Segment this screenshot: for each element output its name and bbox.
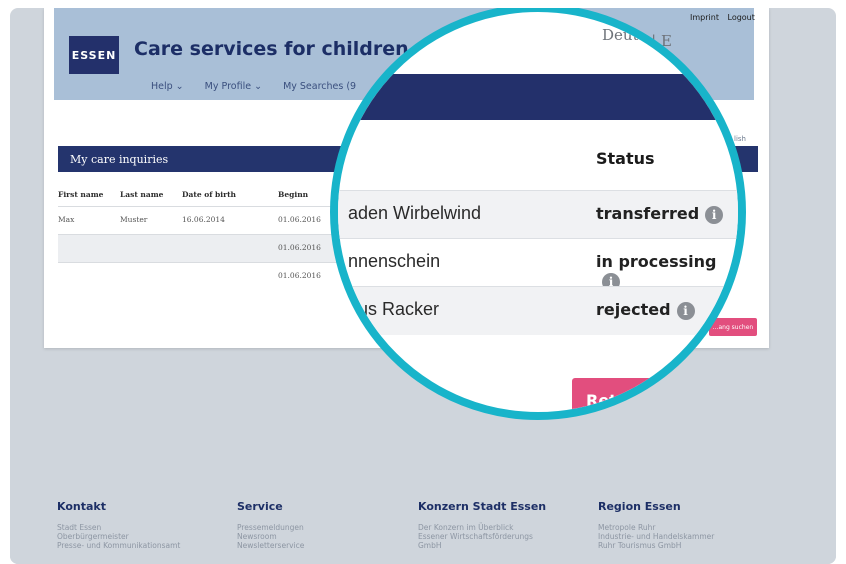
col-beginn: Beginn [278,190,309,199]
screenshot-stage: ESSEN Care services for children Help ⌄ … [0,0,846,564]
footer-link[interactable]: GmbH [418,541,546,550]
table-row[interactable]: Max Muster 16.06.2014 01.06.2016 [58,206,358,235]
facility-name: nnenschein [348,251,441,271]
site-footer: Kontakt Stadt Essen Oberbürgermeister Pr… [10,496,836,564]
footer-col-kontakt: Kontakt Stadt Essen Oberbürgermeister Pr… [57,500,180,550]
info-icon[interactable]: i [676,301,695,320]
cell-begin: 01.06.2016 [278,243,321,252]
footer-heading: Region Essen [598,500,681,513]
facility-name: aden Wirbelwind [348,203,482,223]
status-text: transferred [596,204,700,223]
footer-link[interactable]: Newsroom [237,532,304,541]
footer-col-service: Service Pressemeldungen Newsroom Newslet… [237,500,304,550]
footer-link[interactable]: Industrie- und Handelskammer [598,532,714,541]
browser-frame: ESSEN Care services for children Help ⌄ … [10,8,836,564]
col-first-name: First name [58,190,104,199]
status-row[interactable]: aden Wirbelwind transferred i [338,190,738,239]
footer-heading: Service [237,500,283,513]
footer-link[interactable]: Ruhr Tourismus GmbH [598,541,714,550]
footer-link[interactable]: Oberbürgermeister [57,532,180,541]
status-row[interactable]: aus Racker rejected i [338,286,738,335]
status-row[interactable]: nnenschein in processingi [338,238,738,291]
status-value: transferred i [596,204,724,224]
status-value: rejected i [596,300,695,320]
footer-link[interactable]: Metropole Ruhr [598,523,714,532]
footer-link[interactable]: Der Konzern im Überblick [418,523,546,532]
cell-begin: 01.06.2016 [278,215,321,224]
status-column-header: Status [596,149,655,168]
nav-help[interactable]: Help ⌄ [151,81,184,92]
inquiries-heading: My care inquiries [70,153,169,166]
magnified-header-band [338,74,738,120]
col-last-name: Last name [120,190,164,199]
return-button[interactable]: Ret [572,378,702,412]
cell-last-name: Muster [120,215,148,224]
cell-begin: 01.06.2016 [278,271,321,280]
top-links: Imprint Logout [684,13,755,22]
info-icon[interactable]: i [705,205,724,224]
english-link[interactable]: lish [734,135,746,143]
facility-name: aus Racker [348,299,440,319]
footer-col-konzern: Konzern Stadt Essen Der Konzern im Überb… [418,500,546,550]
magnified-language-switch[interactable]: Deutsch | E [602,26,690,44]
status-value: in processingi [596,252,738,291]
col-date-of-birth: Date of birth [182,190,237,199]
page-title: Care services for children [134,38,409,60]
table-row[interactable]: 01.06.2016 [58,234,358,263]
footer-heading: Kontakt [57,500,106,513]
nav-my-profile[interactable]: My Profile ⌄ [205,81,262,92]
status-text: in processing [596,252,717,271]
footer-link[interactable]: Newsletterservice [237,541,304,550]
return-button-label: Ret [586,391,617,410]
logout-link[interactable]: Logout [728,13,755,22]
essen-logo[interactable]: ESSEN [69,36,119,74]
footer-heading: Konzern Stadt Essen [418,500,547,513]
footer-link[interactable]: Presse- und Kommunikationsamt [57,541,180,550]
footer-link[interactable]: Essener Wirtschaftsförderungs [418,532,546,541]
magnifier-lens: Deutsch | E Status aden Wirbelwind trans… [330,8,746,420]
status-text: rejected [596,300,671,319]
cell-dob: 16.06.2014 [182,215,225,224]
table-row[interactable]: 01.06.2016 [58,262,358,291]
imprint-link[interactable]: Imprint [690,13,719,22]
footer-link[interactable]: Pressemeldungen [237,523,304,532]
cell-first-name: Max [58,215,75,224]
footer-link[interactable]: Stadt Essen [57,523,180,532]
footer-col-region: Region Essen Metropole Ruhr Industrie- u… [598,500,714,550]
